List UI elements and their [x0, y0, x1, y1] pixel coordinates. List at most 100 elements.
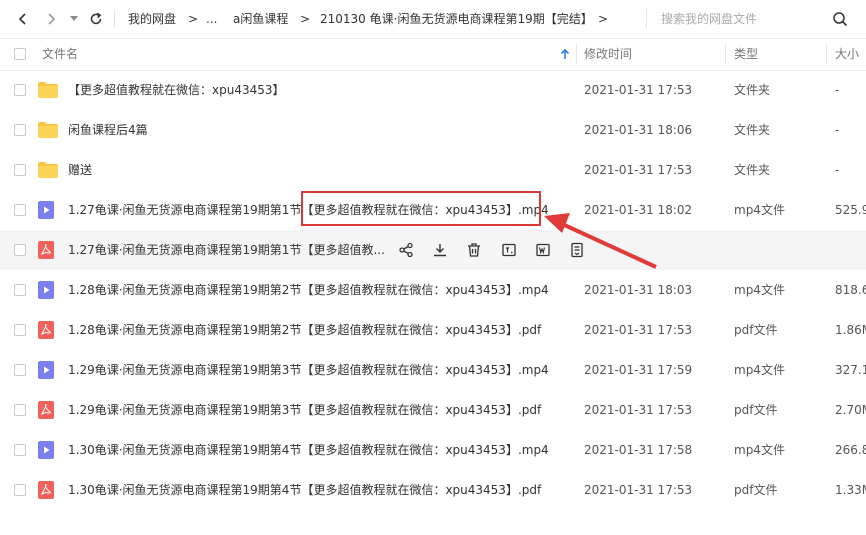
chevron-left-icon [18, 13, 26, 25]
column-resize-handle[interactable] [576, 44, 577, 64]
file-size: - [835, 163, 840, 177]
breadcrumb-folder-2[interactable]: 210130 龟课·闲鱼无货源电商课程第19期【完结】 [320, 0, 593, 38]
file-type: mp4文件 [734, 283, 785, 297]
modified-time: 2021-01-31 17:53 [584, 323, 693, 337]
breadcrumb-ellipsis[interactable]: ... [206, 0, 217, 38]
delete-icon[interactable] [466, 242, 482, 258]
file-name[interactable]: 1.27龟课·闲鱼无货源电商课程第19期第1节【更多超值教... [68, 230, 385, 270]
breadcrumb-separator: > [598, 12, 609, 26]
row-checkbox[interactable] [14, 84, 26, 96]
pdf-icon [38, 401, 54, 419]
file-type: pdf文件 [734, 483, 778, 497]
file-type: mp4文件 [734, 443, 785, 457]
file-row[interactable]: 1.28龟课·闲鱼无货源电商课程第19期第2节【更多超值教程就在微信：xpu43… [0, 310, 866, 350]
share-icon[interactable] [398, 242, 414, 258]
file-type: mp4文件 [734, 203, 785, 217]
modified-time: 2021-01-31 17:53 [584, 83, 693, 97]
file-name[interactable]: 闲鱼课程后4篇 [68, 110, 148, 150]
file-row[interactable]: 1.30龟课·闲鱼无货源电商课程第19期第4节【更多超值教程就在微信：xpu43… [0, 430, 866, 470]
breadcrumb-separator: > [188, 12, 199, 26]
forward-button[interactable] [40, 0, 62, 38]
file-size: 327.1 [835, 363, 866, 377]
file-row[interactable]: 1.30龟课·闲鱼无货源电商课程第19期第4节【更多超值教程就在微信：xpu43… [0, 470, 866, 510]
modified-time: 2021-01-31 17:53 [584, 163, 693, 177]
chevron-right-icon [48, 13, 56, 25]
breadcrumb-separator: > [300, 12, 311, 26]
file-name[interactable]: 1.29龟课·闲鱼无货源电商课程第19期第3节【更多超值教程就在微信：xpu43… [68, 350, 549, 390]
file-size: 818.6 [835, 283, 866, 297]
row-checkbox[interactable] [14, 244, 26, 256]
row-checkbox[interactable] [14, 284, 26, 296]
toolbar-divider [114, 10, 115, 28]
caret-down-icon [70, 16, 78, 21]
file-size: 525.9 [835, 203, 866, 217]
file-row-hovered[interactable]: 1.27龟课·闲鱼无货源电商课程第19期第1节【更多超值教... [0, 230, 866, 270]
modified-time: 2021-01-31 17:53 [584, 403, 693, 417]
search-button[interactable] [832, 11, 848, 30]
file-row[interactable]: 1.29龟课·闲鱼无货源电商课程第19期第3节【更多超值教程就在微信：xpu43… [0, 350, 866, 390]
search-icon [833, 12, 848, 27]
file-name[interactable]: 1.28龟课·闲鱼无货源电商课程第19期第2节【更多超值教程就在微信：xpu43… [68, 270, 549, 310]
file-name[interactable]: 1.30龟课·闲鱼无货源电商课程第19期第4节【更多超值教程就在微信：xpu43… [68, 470, 541, 510]
row-checkbox[interactable] [14, 324, 26, 336]
file-size: - [835, 123, 840, 137]
file-row[interactable]: 1.29龟课·闲鱼无货源电商课程第19期第3节【更多超值教程就在微信：xpu43… [0, 390, 866, 430]
top-toolbar: 我的网盘 > ... a闲鱼课程 > 210130 龟课·闲鱼无货源电商课程第1… [0, 0, 866, 39]
file-row[interactable]: 闲鱼课程后4篇 2021-01-31 18:06 文件夹 - [0, 110, 866, 150]
row-checkbox[interactable] [14, 364, 26, 376]
file-name[interactable]: 1.30龟课·闲鱼无货源电商课程第19期第4节【更多超值教程就在微信：xpu43… [68, 430, 549, 470]
search-input[interactable]: 搜索我的网盘文件 [661, 0, 757, 38]
file-size: - [835, 83, 840, 97]
file-type: pdf文件 [734, 403, 778, 417]
file-size: 1.86M [835, 323, 866, 337]
file-name[interactable]: 赠送 [68, 150, 92, 190]
row-checkbox[interactable] [14, 204, 26, 216]
file-row[interactable]: 1.28龟课·闲鱼无货源电商课程第19期第2节【更多超值教程就在微信：xpu43… [0, 270, 866, 310]
column-size[interactable]: 大小 [835, 38, 859, 70]
column-type[interactable]: 类型 [734, 38, 758, 70]
sort-arrow-up-icon[interactable] [560, 49, 570, 60]
row-checkbox[interactable] [14, 404, 26, 416]
row-checkbox[interactable] [14, 124, 26, 136]
rename-icon[interactable] [501, 242, 517, 258]
folder-icon [38, 122, 58, 138]
breadcrumb-root[interactable]: 我的网盘 [128, 0, 176, 38]
file-type: mp4文件 [734, 363, 785, 377]
video-icon [38, 361, 54, 379]
folder-icon [38, 162, 58, 178]
modified-time: 2021-01-31 17:53 [584, 483, 693, 497]
row-checkbox[interactable] [14, 444, 26, 456]
modified-time: 2021-01-31 18:06 [584, 123, 693, 137]
file-row[interactable]: 赠送 2021-01-31 17:53 文件夹 - [0, 150, 866, 190]
highlight-box [301, 191, 541, 226]
pdf-icon [38, 481, 54, 499]
row-checkbox[interactable] [14, 164, 26, 176]
breadcrumb-folder-1[interactable]: a闲鱼课程 [233, 0, 288, 38]
file-name[interactable]: 【更多超值教程就在微信：xpu43453】 [68, 70, 285, 110]
file-size: 266.8 [835, 443, 866, 457]
file-list-header: 文件名 修改时间 类型 大小 [0, 38, 866, 71]
column-resize-handle[interactable] [725, 44, 726, 64]
back-button[interactable] [12, 0, 34, 38]
pdf-icon [38, 241, 54, 259]
file-size: 1.33M [835, 483, 866, 497]
search-box[interactable]: 搜索我的网盘文件 [646, 0, 866, 38]
file-name[interactable]: 1.28龟课·闲鱼无货源电商课程第19期第2节【更多超值教程就在微信：xpu43… [68, 310, 541, 350]
column-modified-time[interactable]: 修改时间 [584, 38, 632, 70]
history-dropdown-button[interactable] [66, 0, 82, 38]
file-type: 文件夹 [734, 123, 771, 137]
row-checkbox[interactable] [14, 484, 26, 496]
file-size: 2.70M [835, 403, 866, 417]
modified-time: 2021-01-31 18:03 [584, 283, 693, 297]
refresh-button[interactable] [86, 0, 106, 38]
modified-time: 2021-01-31 17:58 [584, 443, 693, 457]
folder-icon [38, 82, 58, 98]
download-icon[interactable] [432, 242, 448, 258]
refresh-icon [90, 12, 102, 25]
modified-time: 2021-01-31 17:59 [584, 363, 693, 377]
select-all-checkbox[interactable] [14, 48, 26, 60]
file-name[interactable]: 1.29龟课·闲鱼无货源电商课程第19期第3节【更多超值教程就在微信：xpu43… [68, 390, 541, 430]
column-resize-handle[interactable] [826, 44, 827, 64]
column-name[interactable]: 文件名 [42, 38, 78, 70]
file-row[interactable]: 【更多超值教程就在微信：xpu43453】 2021-01-31 17:53 文… [0, 70, 866, 110]
